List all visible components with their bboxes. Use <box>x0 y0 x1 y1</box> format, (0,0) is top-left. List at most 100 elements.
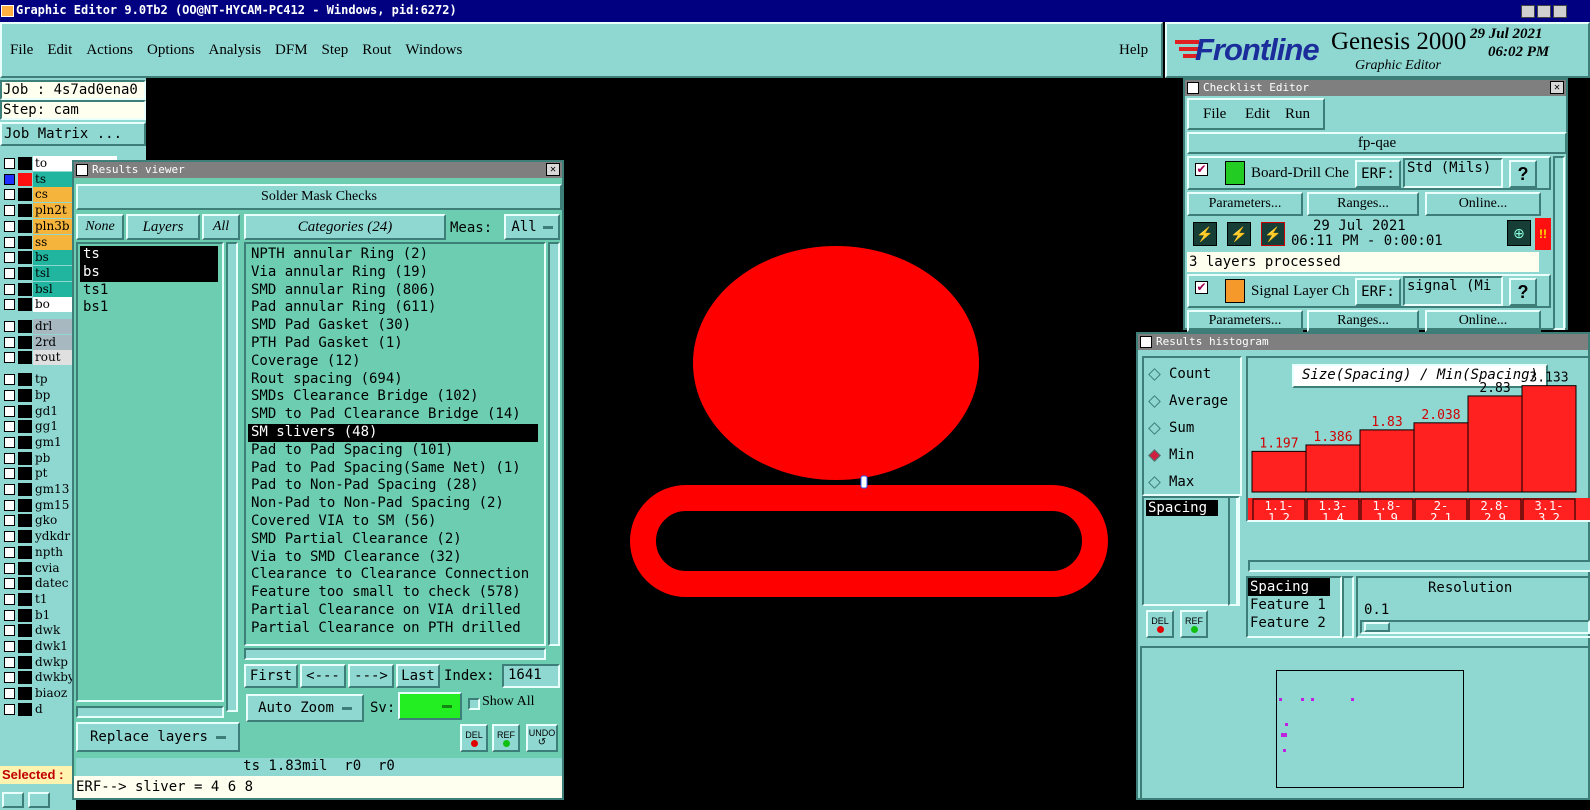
feature-canvas[interactable] <box>560 78 1180 798</box>
radio-diamond-icon[interactable] <box>1148 448 1161 462</box>
radio-diamond-icon[interactable] <box>1148 394 1161 408</box>
category-item[interactable]: Pad annular Ring (611) <box>248 299 538 317</box>
layer-checkbox[interactable] <box>4 593 15 605</box>
layer-checkbox[interactable] <box>4 562 15 574</box>
erf-button-2[interactable]: ERF: <box>1355 278 1401 306</box>
layer-results-hscroll[interactable] <box>76 706 224 718</box>
undo-button[interactable]: UNDO ↺ <box>526 724 558 752</box>
window-menu-icon[interactable] <box>76 164 88 176</box>
index-field[interactable]: 1641 <box>502 664 560 688</box>
layer-checkbox[interactable] <box>4 656 15 668</box>
run-icon-3[interactable]: ⚡ <box>1261 222 1285 246</box>
app-titlebar[interactable]: Graphic Editor 9.0Tb2 (OO@NT-HYCAM-PC412… <box>0 0 1590 22</box>
run-icon-1[interactable]: ⚡ <box>1193 222 1217 246</box>
erf-field-2[interactable]: signal (Mi <box>1403 276 1503 306</box>
layer-display-box[interactable] <box>18 282 32 296</box>
layer-display-box[interactable] <box>18 530 32 544</box>
category-item[interactable]: SMDs Clearance Bridge (102) <box>248 388 538 406</box>
layer-display-box[interactable] <box>18 671 32 685</box>
online-button-1[interactable]: Online... <box>1425 192 1541 216</box>
layer-display-box[interactable] <box>18 266 32 280</box>
radio-diamond-icon[interactable] <box>1148 421 1161 435</box>
checklist-menu-run[interactable]: Run <box>1285 106 1310 123</box>
layer-display-box[interactable] <box>18 624 32 638</box>
histogram-bar[interactable] <box>1521 385 1577 493</box>
menu-options[interactable]: Options <box>147 42 195 59</box>
layer-display-box[interactable] <box>18 251 32 265</box>
menu-step[interactable]: Step <box>322 42 349 59</box>
layer-checkbox[interactable] <box>4 267 15 279</box>
radio-diamond-icon[interactable] <box>1148 475 1161 489</box>
category-item[interactable]: Rout spacing (694) <box>248 371 538 389</box>
menu-edit[interactable]: Edit <box>47 42 72 59</box>
mode-radio-min[interactable]: Min <box>1148 445 1194 465</box>
layer-checkbox[interactable] <box>4 609 15 621</box>
check-enabled-icon[interactable]: ✔ <box>1195 163 1208 176</box>
del-button[interactable]: DEL <box>460 724 488 752</box>
close-icon[interactable]: ✕ <box>546 163 560 176</box>
layer-display-box[interactable] <box>18 388 32 402</box>
layer-checkbox[interactable] <box>4 283 15 295</box>
layer-display-box[interactable] <box>18 298 32 312</box>
layer-checkbox[interactable] <box>4 421 15 433</box>
layer-result-item[interactable]: bs <box>80 263 218 282</box>
checklist-scrollbar[interactable] <box>1553 156 1565 330</box>
layer-checkbox[interactable] <box>4 515 15 527</box>
layer-display-box[interactable] <box>18 483 32 496</box>
checklist-menu-edit[interactable]: Edit <box>1245 106 1270 123</box>
layer-checkbox[interactable] <box>4 173 15 185</box>
category-item[interactable]: Coverage (12) <box>248 353 538 371</box>
job-matrix-button[interactable]: Job Matrix ... <box>0 122 146 146</box>
layer-display-box[interactable] <box>18 157 32 170</box>
left-bottom-button-1[interactable] <box>2 792 24 808</box>
check-row-signal-layer[interactable]: ✔ Signal Layer Ch ERF: signal (Mi ? <box>1187 274 1551 308</box>
category-item[interactable]: Covered VIA to SM (56) <box>248 513 538 531</box>
sv-color-dropdown[interactable] <box>398 692 462 720</box>
measure-list-scrollbar[interactable] <box>1342 576 1354 638</box>
histogram-bar[interactable] <box>1251 450 1307 493</box>
radio-diamond-icon[interactable] <box>1148 367 1161 381</box>
help-button-1[interactable]: ? <box>1509 160 1537 188</box>
category-item[interactable]: Non-Pad to Non-Pad Spacing (2) <box>248 495 538 513</box>
category-item[interactable]: Clearance to Clearance Connection <box>248 566 538 584</box>
layer-result-item[interactable]: ts1 <box>80 282 218 300</box>
field-list[interactable]: Spacing <box>1142 496 1238 606</box>
menu-help[interactable]: Help <box>1119 42 1148 59</box>
erf-field-1[interactable]: Std (Mils) <box>1403 158 1503 188</box>
layer-checkbox[interactable] <box>4 405 15 417</box>
menu-rout[interactable]: Rout <box>362 42 391 59</box>
layer-display-box[interactable] <box>18 172 32 186</box>
menu-windows[interactable]: Windows <box>405 42 462 59</box>
category-item[interactable]: NPTH annular Ring (2) <box>248 246 538 264</box>
field-list-item[interactable]: Spacing <box>1146 500 1218 516</box>
maximize-button[interactable] <box>1537 5 1551 18</box>
layer-display-box[interactable] <box>18 577 32 591</box>
minimize-button[interactable] <box>1521 5 1535 18</box>
parameters-button-2[interactable]: Parameters... <box>1187 310 1303 332</box>
layer-checkbox[interactable] <box>4 189 15 201</box>
erf-button-1[interactable]: ERF: <box>1355 160 1401 188</box>
layer-checkbox[interactable] <box>4 374 15 386</box>
menu-file[interactable]: File <box>10 42 33 59</box>
layer-checkbox[interactable] <box>4 468 15 480</box>
checklist-menu-file[interactable]: File <box>1203 106 1226 123</box>
layer-checkbox[interactable] <box>4 546 15 558</box>
check-row-board-drill[interactable]: ✔ Board-Drill Che ERF: Std (Mils) ? <box>1187 156 1551 190</box>
category-item[interactable]: Via to SMD Clearance (32) <box>248 549 538 567</box>
layer-checkbox[interactable] <box>4 484 15 495</box>
layer-checkbox[interactable] <box>4 205 15 217</box>
none-button[interactable]: None <box>76 214 124 240</box>
category-item[interactable]: Partial Clearance on VIA drilled <box>248 602 538 620</box>
parameters-button-1[interactable]: Parameters... <box>1187 192 1303 216</box>
layer-checkbox[interactable] <box>4 336 15 348</box>
ranges-button-2[interactable]: Ranges... <box>1307 310 1419 332</box>
layer-checkbox[interactable] <box>4 452 15 464</box>
auto-zoom-dropdown[interactable]: Auto Zoom <box>246 694 364 722</box>
hist-del-button[interactable]: DEL <box>1146 610 1174 638</box>
layer-display-box[interactable] <box>18 451 32 465</box>
layer-display-box[interactable] <box>18 655 32 669</box>
layer-display-box[interactable] <box>18 219 32 233</box>
layer-display-box[interactable] <box>18 204 32 218</box>
layer-display-box[interactable] <box>18 514 32 528</box>
layer-checkbox[interactable] <box>4 352 15 364</box>
